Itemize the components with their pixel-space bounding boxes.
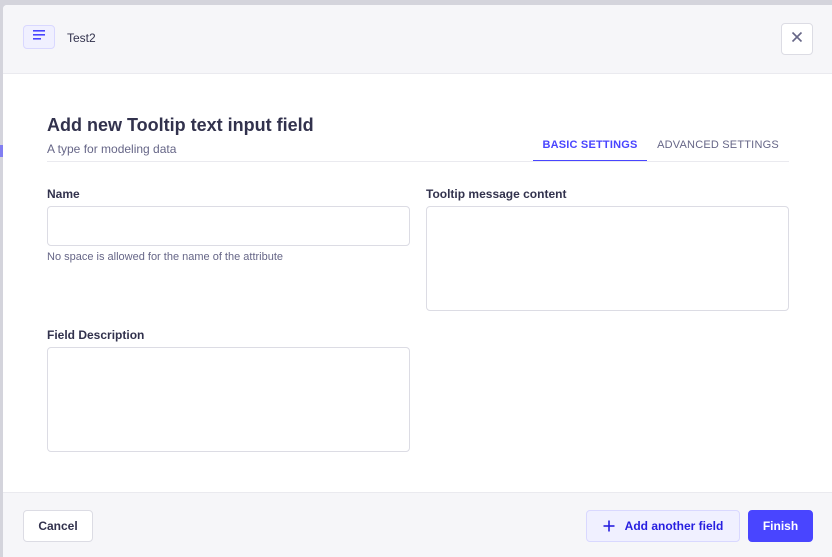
field-description-label: Field Description — [47, 328, 145, 342]
field-description-textarea[interactable] — [47, 347, 410, 452]
add-another-field-label: Add another field — [624, 519, 724, 533]
form-subtitle: A type for modeling data — [47, 142, 177, 156]
name-hint: No space is allowed for the name of the … — [47, 251, 284, 263]
finish-button[interactable]: Finish — [748, 510, 813, 542]
plus-icon — [603, 520, 615, 532]
tooltip-message-textarea[interactable] — [426, 206, 789, 311]
modal-footer: Cancel Add another field Finish — [3, 492, 832, 557]
name-input[interactable] — [47, 206, 410, 246]
content-type-badge — [23, 25, 55, 49]
breadcrumb-title: Test2 — [67, 31, 96, 45]
form-title: Add new Tooltip text input field — [47, 115, 314, 135]
close-icon — [791, 30, 803, 48]
close-button[interactable] — [781, 23, 813, 55]
tab-advanced-settings[interactable]: ADVANCED SETTINGS — [653, 129, 783, 161]
tabs-divider — [47, 161, 789, 162]
modal-dialog: Test2 Add new Tooltip text input field A… — [3, 5, 832, 557]
tooltip-message-label: Tooltip message content — [426, 187, 567, 201]
add-another-field-button[interactable]: Add another field — [586, 510, 740, 542]
name-label: Name — [47, 187, 80, 201]
modal-header: Test2 — [3, 5, 832, 74]
text-align-left-icon — [32, 28, 46, 46]
tab-basic-settings[interactable]: BASIC SETTINGS — [533, 129, 647, 162]
cancel-button[interactable]: Cancel — [23, 510, 93, 542]
